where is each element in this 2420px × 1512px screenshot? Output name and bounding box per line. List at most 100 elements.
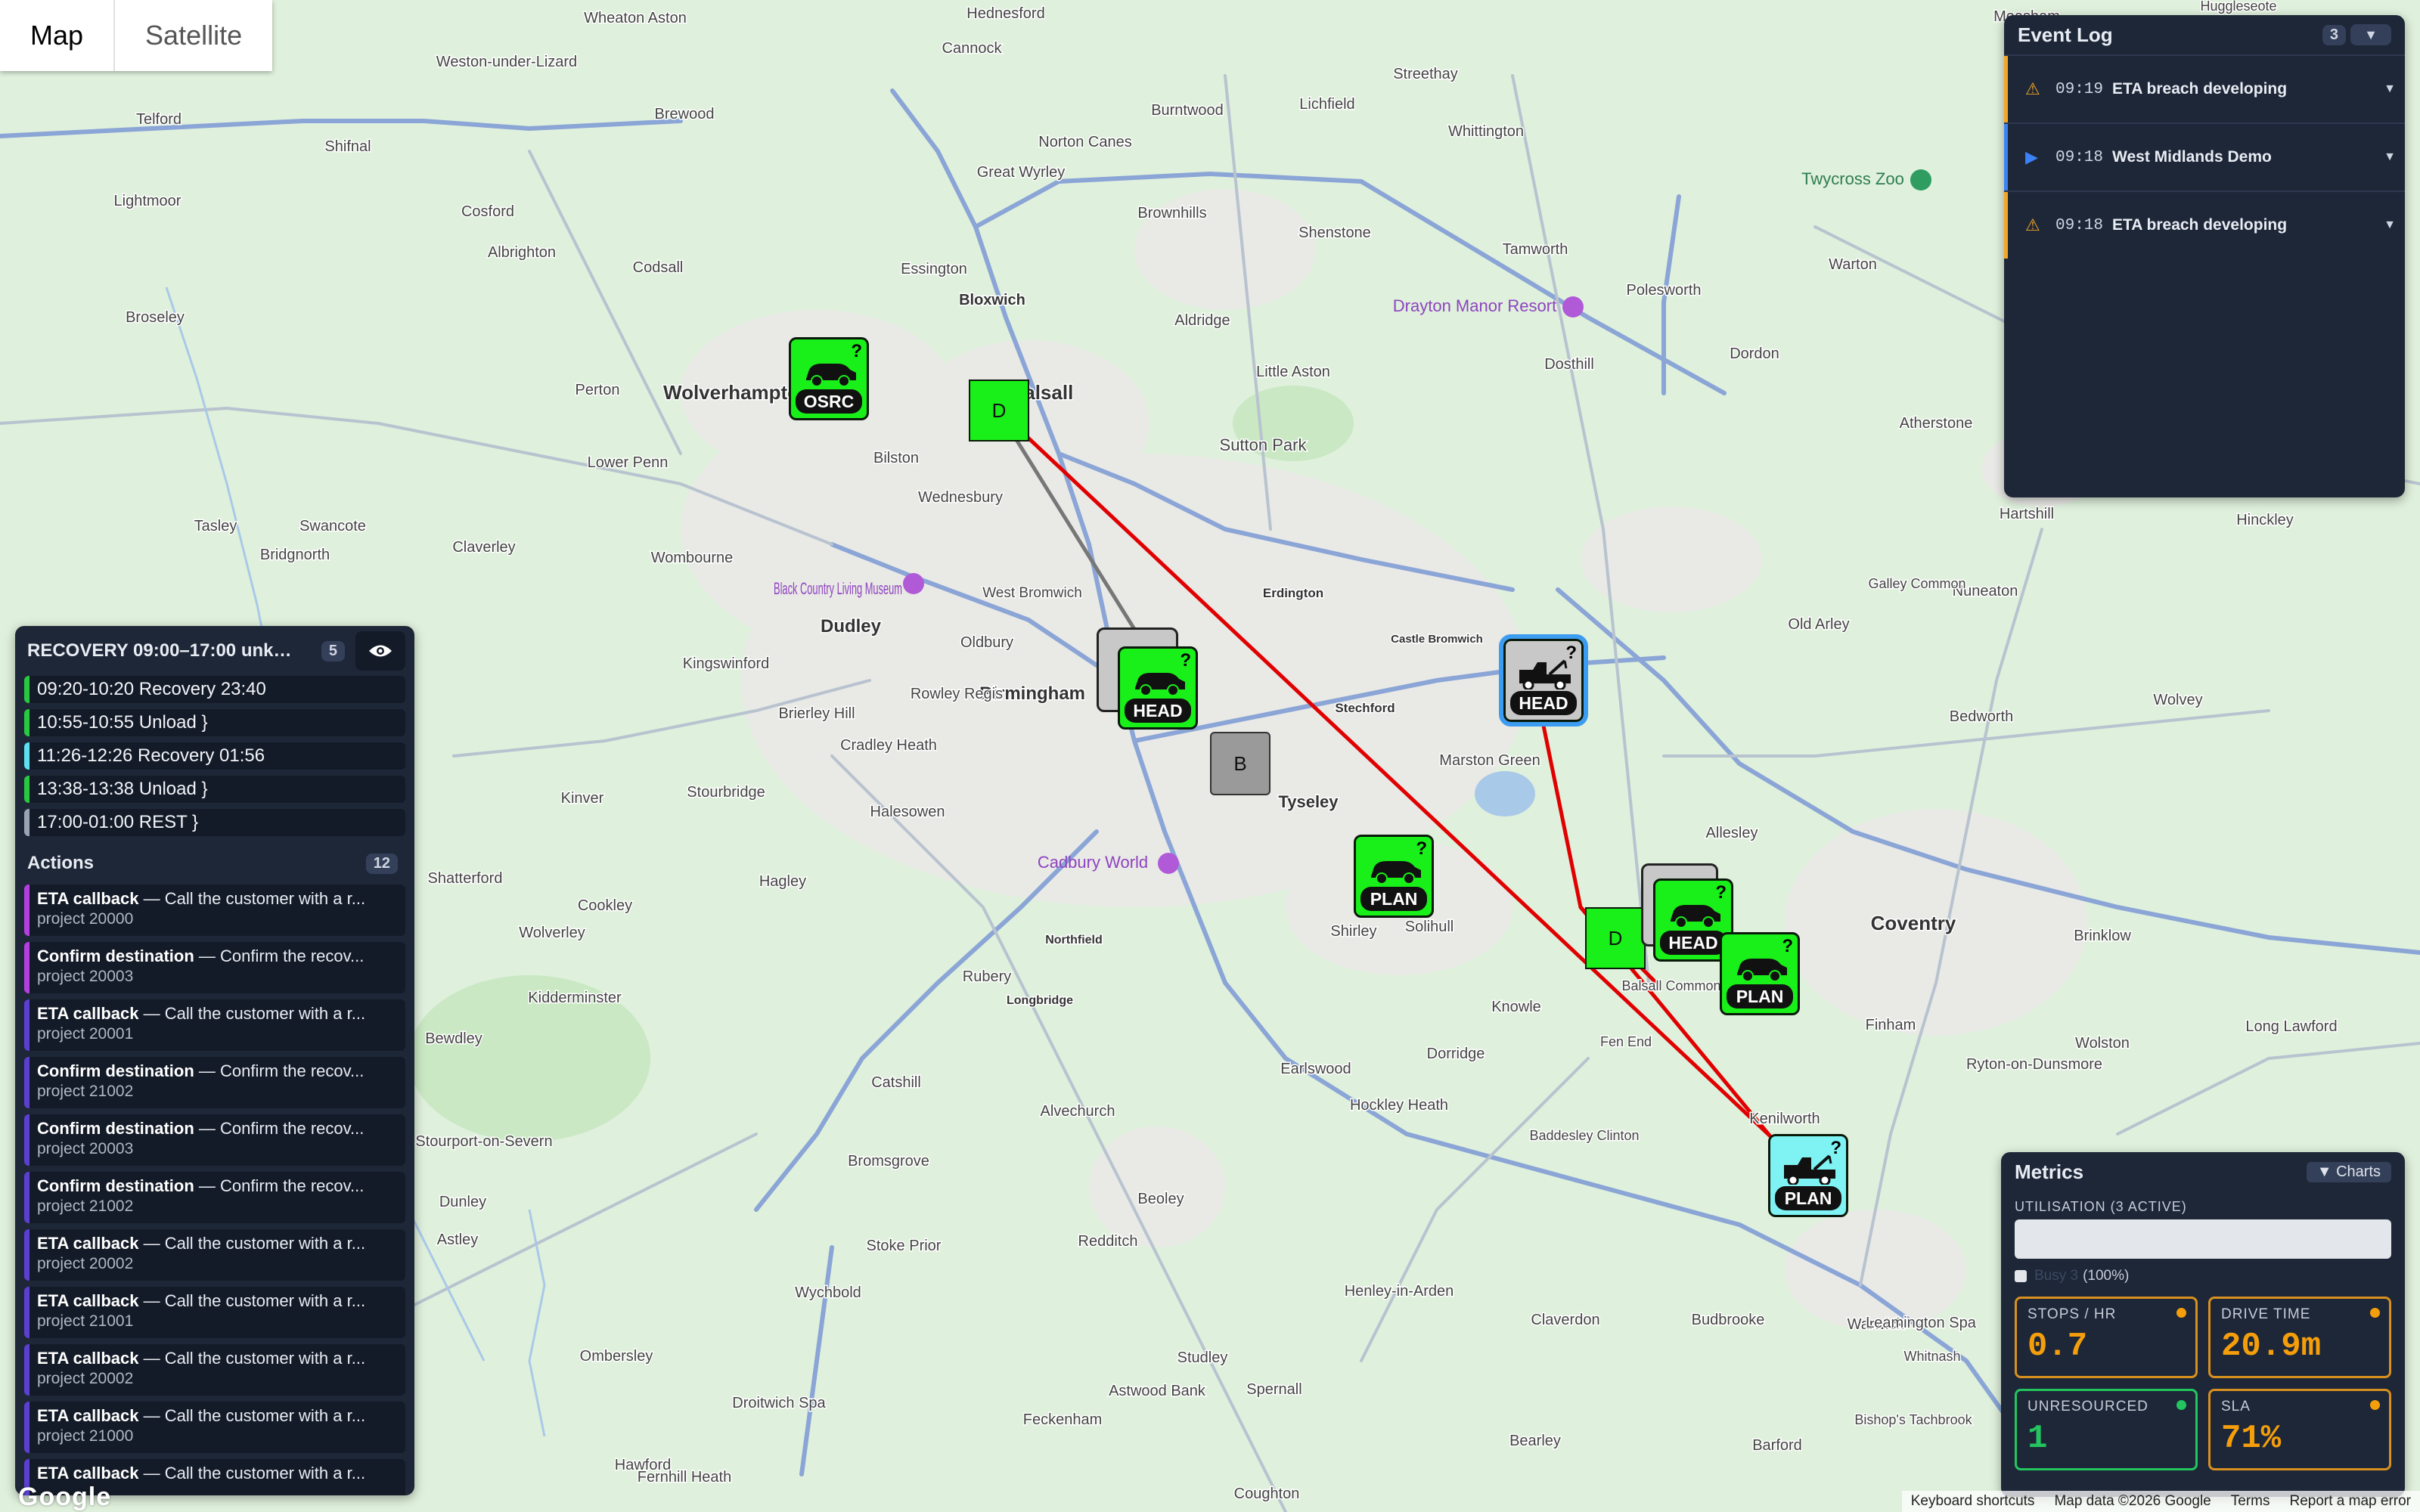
event-row[interactable]: ▶ 09:18 West Midlands Demo ▼ [2004, 122, 2405, 191]
event-title: ETA breach developing [2112, 216, 2288, 234]
place-label: Lichfield [1299, 96, 1354, 113]
place-label: Castle Bromwich [1391, 633, 1483, 646]
event-time: 09:18 [2055, 148, 2104, 166]
place-label: Fernhill Heath [638, 1469, 732, 1486]
charts-toggle-button[interactable]: ▼ Charts [2306, 1161, 2391, 1182]
action-description: — Confirm the recov... [194, 1061, 365, 1080]
metric-card: UNRESOURCED 1 [2015, 1389, 2198, 1470]
action-title: ETA callback [37, 1234, 139, 1253]
action-description: — Confirm the recov... [194, 1119, 365, 1138]
chevron-down-icon[interactable]: ▼ [2375, 82, 2405, 96]
place-label: Albrighton [488, 244, 556, 261]
status-dot [2370, 1400, 2380, 1410]
schedule-slot[interactable]: 09:20-10:20 Recovery 23:40 [24, 676, 405, 703]
action-text: Confirm destination — Confirm the recov.… [37, 947, 398, 966]
action-text: ETA callback — Call the customer with a … [37, 1234, 398, 1253]
place-label: Earlswood [1280, 1061, 1351, 1077]
place-label: Bedworth [1950, 708, 2014, 725]
place-label: Astley [437, 1232, 478, 1248]
metric-label: SLA [2221, 1399, 2251, 1414]
visibility-toggle-button[interactable] [355, 631, 405, 671]
recovery-title: RECOVERY 09:00–17:00 unk… [27, 640, 292, 661]
vehicle-marker-plan[interactable]: ? PLAN [1720, 932, 1800, 1015]
event-log-controls: 3 ▼ [2322, 24, 2391, 45]
place-label: Whitnash [1903, 1349, 1960, 1364]
schedule-slot[interactable]: 11:26-12:26 Recovery 01:56 [24, 742, 405, 770]
depot-marker[interactable]: D [969, 380, 1029, 442]
place-label: Atherstone [1900, 415, 1973, 432]
place-label: Baddesley Clinton [1529, 1128, 1639, 1143]
chevron-down-icon[interactable]: ▼ [2375, 150, 2405, 164]
terms-link[interactable]: Terms [2231, 1493, 2270, 1510]
place-label: Marston Green [1439, 752, 1540, 769]
action-title: ETA callback [37, 1406, 139, 1425]
map-type-map[interactable]: Map [0, 0, 113, 71]
vehicle-marker-plan-tow[interactable]: ? PLAN [1768, 1134, 1848, 1217]
place-label: Ryton-on-Dunsmore [1966, 1056, 2102, 1073]
action-title: Confirm destination [37, 947, 194, 965]
map-type-toggle: Map Satellite [0, 0, 273, 71]
place-label: Wombourne [651, 550, 734, 566]
place-label: Coventry [1871, 912, 1956, 934]
event-time: 09:18 [2055, 216, 2104, 234]
action-item[interactable]: Confirm destination — Confirm the recov.… [24, 1057, 405, 1108]
poi-icon[interactable] [1910, 169, 1931, 191]
b-marker[interactable]: B [1210, 732, 1270, 795]
place-label: Stechford [1335, 701, 1395, 715]
action-item[interactable]: Confirm destination — Confirm the recov.… [24, 1172, 405, 1223]
b-marker-label: B [1233, 751, 1247, 775]
schedule-slot[interactable]: 17:00-01:00 REST } [24, 809, 405, 836]
poi-icon[interactable] [1562, 296, 1584, 318]
marker-label: PLAN [1360, 887, 1427, 911]
vehicle-marker-head-selected[interactable]: ? HEAD [1499, 634, 1588, 727]
vehicle-marker-osrc[interactable]: ? OSRC [789, 337, 869, 420]
place-label: Claverley [452, 539, 515, 556]
metrics-title: Metrics [2015, 1160, 2084, 1183]
action-item[interactable]: ETA callback — Call the customer with a … [24, 885, 405, 936]
action-description: — Call the customer with a r... [138, 1464, 366, 1483]
action-item[interactable]: ETA callback — Call the customer with a … [24, 1287, 405, 1338]
legend-swatch [2015, 1270, 2027, 1282]
metric-label: UNRESOURCED [2028, 1399, 2149, 1414]
action-item[interactable]: ETA callback — Call the customer with a … [24, 999, 405, 1051]
place-label: Lower Penn [588, 454, 669, 471]
place-label: Dorridge [1427, 1046, 1485, 1062]
poi-label: Twycross Zoo [1801, 169, 1904, 188]
schedule-slot[interactable]: 10:55-10:55 Unload } [24, 709, 405, 736]
place-label: Barford [1752, 1437, 1802, 1454]
report-error-link[interactable]: Report a map error [2289, 1493, 2411, 1510]
place-label: Essington [901, 261, 967, 277]
place-label: Perton [576, 382, 620, 398]
action-item[interactable]: ETA callback — Call the customer with a … [24, 1402, 405, 1453]
action-item[interactable]: ETA callback — Call the customer with a … [24, 1229, 405, 1281]
action-text: Confirm destination — Confirm the recov.… [37, 1061, 398, 1081]
event-type-icon: ⚠ [2025, 215, 2040, 234]
vehicle-marker-head[interactable]: ? HEAD [1118, 646, 1198, 730]
place-label: Wychbold [795, 1284, 861, 1301]
event-type-icon: ▶ [2025, 147, 2038, 166]
place-label: Bromsgrove [848, 1153, 929, 1170]
place-label: Galley Common [1868, 576, 1965, 591]
vehicle-marker-plan[interactable]: ? PLAN [1354, 835, 1434, 918]
poi-icon[interactable] [1158, 853, 1179, 874]
poi-icon[interactable] [903, 573, 924, 594]
event-row[interactable]: ⚠ 09:18 ETA breach developing ▼ [2004, 191, 2405, 259]
event-log-toggle-button[interactable]: ▼ [2350, 24, 2391, 45]
place-label: Rowley Regis [911, 686, 1003, 702]
chevron-down-icon[interactable]: ▼ [2375, 218, 2405, 232]
action-item[interactable]: Confirm destination — Confirm the recov.… [24, 942, 405, 993]
place-label: Long Lawford [2245, 1018, 2337, 1035]
place-label: Knowle [1491, 999, 1541, 1015]
place-label: Erdington [1263, 586, 1323, 600]
keyboard-shortcuts-link[interactable]: Keyboard shortcuts [1911, 1493, 2035, 1510]
place-label: Burntwood [1151, 102, 1224, 119]
utilisation-bar [2015, 1219, 2391, 1259]
action-title: ETA callback [37, 889, 139, 908]
action-item[interactable]: Confirm destination — Confirm the recov.… [24, 1114, 405, 1166]
schedule-slot[interactable]: 13:38-13:38 Unload } [24, 776, 405, 803]
depot-marker[interactable]: D [1585, 907, 1646, 969]
action-item[interactable]: ETA callback — Call the customer with a … [24, 1344, 405, 1396]
event-row[interactable]: ⚠ 09:19 ETA breach developing ▼ [2004, 54, 2405, 122]
map-type-satellite[interactable]: Satellite [115, 0, 272, 71]
place-label: Dordon [1730, 345, 1779, 362]
